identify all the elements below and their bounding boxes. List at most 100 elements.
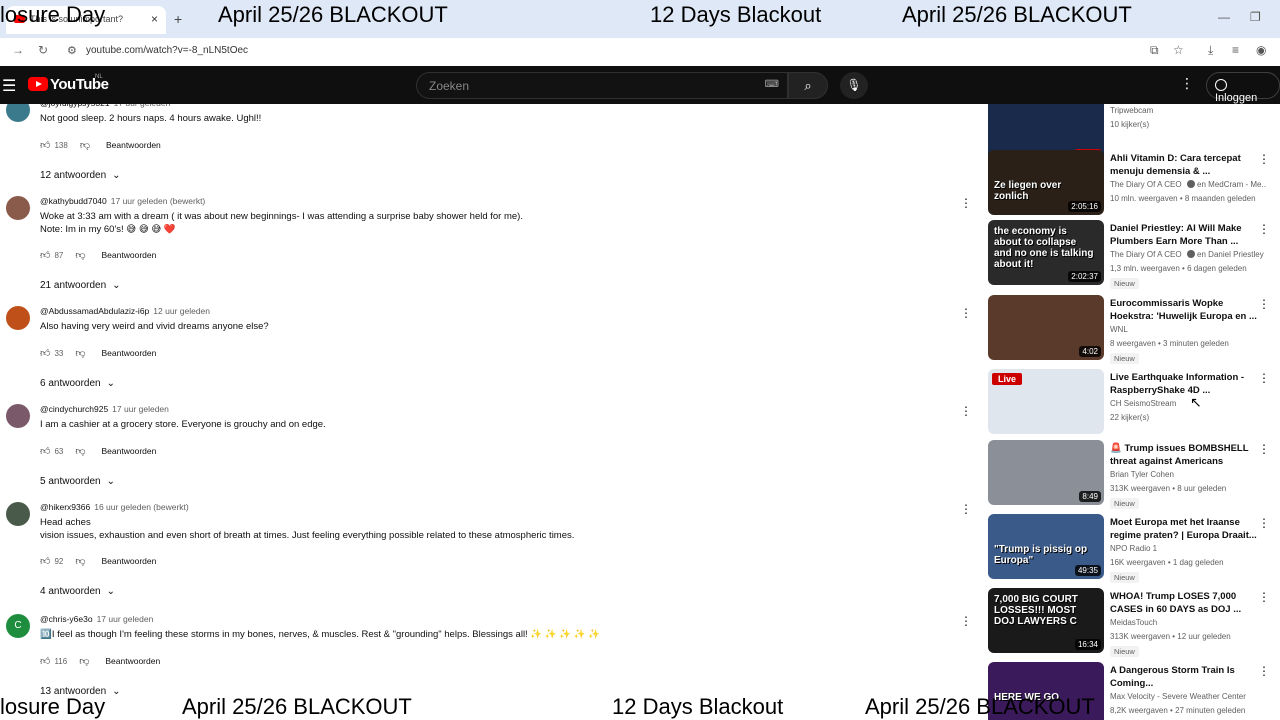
view-replies-button[interactable]: 5 antwoorden ⌄: [40, 476, 115, 487]
channel-name[interactable]: Max Velocity - Severe Weather Center: [1110, 692, 1266, 701]
video-thumbnail[interactable]: 7,000 BIG COURT LOSSES!!! MOST DOJ LAWYE…: [988, 588, 1104, 653]
comment-author[interactable]: @AbdussamadAbdulaziz-i6p: [40, 306, 149, 316]
close-tab-icon[interactable]: ×: [151, 12, 158, 26]
thumbs-down-icon[interactable]: 👎︎: [75, 348, 85, 359]
avatar[interactable]: [6, 104, 30, 122]
video-menu-icon[interactable]: ⋮: [1258, 516, 1270, 530]
thumbs-down-icon[interactable]: 👎︎: [75, 446, 85, 457]
avatar[interactable]: [6, 404, 30, 428]
recommended-video[interactable]: 8:49 🚨 Trump issues BOMBSHELL threat agai…: [988, 440, 1280, 509]
minimize-icon[interactable]: —: [1218, 10, 1230, 24]
video-thumbnail[interactable]: 4:02: [988, 295, 1104, 360]
video-thumbnail[interactable]: "Trump is pissig op Europa" 49:35: [988, 514, 1104, 579]
recommended-video[interactable]: 4:02 Eurocommissaris Wopke Hoekstra: 'Huw…: [988, 295, 1280, 364]
comment-time[interactable]: 17 uur geleden: [97, 614, 154, 624]
thumbs-up-icon[interactable]: 👍︎: [40, 348, 50, 359]
thumbs-down-icon[interactable]: 👎︎: [80, 140, 90, 151]
channel-name[interactable]: Brian Tyler Cohen: [1110, 470, 1266, 479]
search-box[interactable]: ⌨: [416, 72, 788, 99]
reply-button[interactable]: Beantwoorden: [102, 250, 157, 260]
comment-author[interactable]: @chris-y6e3o: [40, 614, 93, 624]
video-menu-icon[interactable]: ⋮: [1258, 664, 1270, 678]
comment-menu-icon[interactable]: ⋮: [960, 196, 972, 210]
avatar[interactable]: [6, 306, 30, 330]
comment-time[interactable]: 17 uur geleden: [112, 404, 169, 414]
video-title[interactable]: Daniel Priestley: AI Will Make Plumbers …: [1110, 222, 1258, 248]
video-title[interactable]: Eurocommissaris Wopke Hoekstra: 'Huwelij…: [1110, 297, 1258, 323]
channel-name[interactable]: WNL: [1110, 325, 1266, 334]
comment-time[interactable]: 12 uur geleden: [153, 306, 210, 316]
search-button[interactable]: ⌕: [788, 72, 828, 99]
thumbs-up-icon[interactable]: 👍︎: [40, 250, 50, 261]
search-input[interactable]: [417, 73, 737, 99]
url-text[interactable]: youtube.com/watch?v=-8_nLN5tOec: [86, 45, 248, 56]
avatar[interactable]: C: [6, 614, 30, 638]
voice-search-button[interactable]: 🎙: [840, 72, 868, 99]
video-title[interactable]: A Dangerous Storm Train Is Coming...: [1110, 664, 1258, 690]
comment-time[interactable]: 16 uur geleden (bewerkt): [94, 502, 189, 512]
channel-name[interactable]: The Diary Of A CEO en MedCram - Me...: [1110, 180, 1266, 189]
view-replies-button[interactable]: 4 antwoorden ⌄: [40, 586, 115, 597]
thumbs-down-icon[interactable]: 👎︎: [75, 556, 85, 567]
comment-menu-icon[interactable]: ⋮: [960, 404, 972, 418]
profile-icon[interactable]: ◉: [1256, 43, 1266, 57]
reply-button[interactable]: Beantwoorden: [105, 656, 160, 666]
new-tab-icon[interactable]: +: [174, 11, 182, 27]
comment-menu-icon[interactable]: ⋮: [960, 502, 972, 516]
channel-name[interactable]: MeidasTouch: [1110, 618, 1266, 627]
bookmark-star-icon[interactable]: ☆: [1173, 43, 1184, 57]
channel-name[interactable]: Tripwebcam: [1110, 106, 1266, 115]
recommended-video[interactable]: 7,000 BIG COURT LOSSES!!! MOST DOJ LAWYE…: [988, 588, 1280, 657]
video-menu-icon[interactable]: ⋮: [1258, 371, 1270, 385]
video-title[interactable]: Moet Europa met het Iraanse regime prate…: [1110, 516, 1258, 542]
video-title[interactable]: Live Earthquake Information - RaspberryS…: [1110, 371, 1258, 397]
reply-button[interactable]: Beantwoorden: [102, 446, 157, 456]
menu-icon[interactable]: ☰: [2, 76, 16, 96]
video-menu-icon[interactable]: ⋮: [1258, 590, 1270, 604]
comment-menu-icon[interactable]: ⋮: [960, 614, 972, 628]
video-thumbnail[interactable]: Live: [988, 369, 1104, 434]
comment-time[interactable]: 17 uur geleden (bewerkt): [111, 196, 206, 206]
channel-name[interactable]: CH SeismoStream: [1110, 399, 1266, 408]
thumbs-down-icon[interactable]: 👎︎: [75, 250, 85, 261]
recommended-video[interactable]: "Trump is pissig op Europa" 49:35 Moet Eur…: [988, 514, 1280, 583]
view-replies-button[interactable]: 12 antwoorden ⌄: [40, 170, 121, 181]
video-menu-icon[interactable]: ⋮: [1258, 442, 1270, 456]
reply-button[interactable]: Beantwoorden: [102, 348, 157, 358]
youtube-logo-icon[interactable]: [28, 77, 48, 91]
download-icon[interactable]: ⤓: [1208, 43, 1213, 58]
thumbs-up-icon[interactable]: 👍︎: [40, 556, 50, 567]
thumbs-up-icon[interactable]: 👍︎: [40, 446, 50, 457]
recommended-video[interactable]: Ze liegen over zonlich 2:05:16 Ahli Vitami…: [988, 150, 1280, 216]
video-title[interactable]: Ahli Vitamin D: Cara tercepat menuju dem…: [1110, 152, 1258, 178]
comment-time[interactable]: 17 uur geleden: [114, 104, 171, 108]
thumbs-down-icon[interactable]: 👎︎: [79, 656, 89, 667]
video-thumbnail[interactable]: Ze liegen over zonlich 2:05:16: [988, 150, 1104, 215]
video-thumbnail[interactable]: the economy is about to collapse and no …: [988, 220, 1104, 285]
view-replies-button[interactable]: 21 antwoorden ⌄: [40, 280, 121, 291]
install-app-icon[interactable]: ⧉: [1150, 43, 1159, 58]
comment-author[interactable]: @cindychurch925: [40, 404, 108, 414]
video-title[interactable]: WHOA! Trump LOSES 7,000 CASES in 60 DAYS…: [1110, 590, 1258, 616]
video-menu-icon[interactable]: ⋮: [1258, 222, 1270, 236]
maximize-icon[interactable]: ❐: [1250, 10, 1261, 24]
video-title[interactable]: 🚨 Trump issues BOMBSHELL threat against …: [1110, 442, 1258, 468]
channel-name[interactable]: NPO Radio 1: [1110, 544, 1266, 553]
comment-menu-icon[interactable]: ⋮: [960, 306, 972, 320]
site-info-icon[interactable]: ⚙: [67, 44, 77, 57]
reply-button[interactable]: Beantwoorden: [106, 140, 161, 150]
view-replies-button[interactable]: 6 antwoorden ⌄: [40, 378, 115, 389]
keyboard-icon[interactable]: ⌨: [765, 79, 779, 90]
avatar[interactable]: [6, 196, 30, 220]
signin-button[interactable]: Inloggen: [1206, 72, 1280, 104]
video-menu-icon[interactable]: ⋮: [1258, 297, 1270, 311]
comment-author[interactable]: @kathybudd7040: [40, 196, 107, 206]
reload-icon[interactable]: ↻: [38, 43, 48, 57]
avatar[interactable]: [6, 502, 30, 526]
more-options-icon[interactable]: ⋮: [1180, 75, 1194, 92]
video-thumbnail[interactable]: 8:49: [988, 440, 1104, 505]
recommended-video[interactable]: the economy is about to collapse and no …: [988, 220, 1280, 289]
thumbs-up-icon[interactable]: 👍︎: [40, 140, 50, 151]
recommended-video[interactable]: Live Live Earthquake Information - Raspbe…: [988, 369, 1280, 435]
channel-name[interactable]: The Diary Of A CEO en Daniel Priestley: [1110, 250, 1266, 259]
